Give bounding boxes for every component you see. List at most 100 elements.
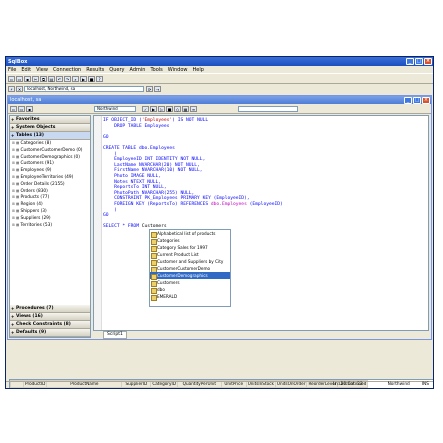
cut-icon[interactable]: ✂ (32, 75, 39, 82)
find-icon[interactable]: ⌕ (72, 75, 79, 82)
query-document: localhost, sa _ □ × ▫ ▭ ▪ Northwind ✓ ▶ … (7, 95, 433, 388)
code-line: FOREIGN KEY (ReportsTo) REFERENCES dbo.E… (103, 202, 283, 208)
table-tree-item[interactable]: Shippers (3) (12, 208, 90, 215)
minimize-icon[interactable]: _ (406, 58, 414, 65)
plan-icon[interactable]: ◇ (174, 105, 181, 112)
connection-bar: ⚡ ✕ localhost, Northwind, sa ⟳ → (6, 84, 433, 93)
system-objects-section[interactable]: System Objects (10, 124, 90, 132)
autocomplete-item[interactable]: Customers (150, 279, 230, 287)
code-token: LastName NVARCHAR(20) NOT NULL, (103, 162, 200, 168)
code-token: GO (103, 134, 109, 140)
save-icon[interactable]: ▪ (24, 75, 31, 82)
code-token: ) (103, 207, 117, 213)
execute-icon[interactable]: ▶ (80, 75, 87, 82)
paste-icon[interactable]: ▤ (48, 75, 55, 82)
go-icon[interactable]: → (154, 85, 161, 92)
code-token: PhotoPath NVARCHAR(255) NULL, (103, 190, 195, 196)
title-bar: SqlBox _ □ × (6, 57, 433, 66)
autocomplete-item[interactable]: Alphabetical list of products (150, 230, 230, 238)
code-token: FirstName NVARCHAR(10) NOT NULL, (103, 168, 203, 174)
code-text[interactable]: IF OBJECT_ID ('Employees') IS NOT NULL D… (103, 118, 283, 230)
undo-icon[interactable]: ↶ (56, 75, 63, 82)
run-icon[interactable]: ▶ (150, 105, 157, 112)
doc-open-icon[interactable]: ▭ (18, 105, 25, 112)
results-text-icon[interactable]: ≡ (190, 105, 197, 112)
table-tree-item[interactable]: Categories (8) (12, 140, 90, 147)
maximize-icon[interactable]: □ (415, 58, 423, 65)
autocomplete-item[interactable]: dbo (150, 286, 230, 294)
doc-minimize-icon[interactable]: _ (404, 96, 412, 104)
table-tree-item[interactable]: Orders (830) (12, 188, 90, 195)
copy-icon[interactable]: ⧉ (40, 75, 47, 82)
menu-item[interactable]: Connection (53, 67, 81, 73)
table-tree-item[interactable]: CustomerCustomerDemo (0) (12, 147, 90, 154)
connection-combo[interactable]: localhost, Northwind, sa (24, 85, 144, 92)
tables-section[interactable]: Tables (13) (10, 132, 90, 140)
table-tree-item[interactable]: Territories (53) (12, 222, 90, 229)
doc-new-icon[interactable]: ▫ (10, 105, 17, 112)
parse-icon[interactable]: ✓ (142, 105, 149, 112)
status-mode: INS (421, 382, 429, 387)
close-icon[interactable]: × (424, 58, 432, 65)
autocomplete-item[interactable]: CustomerDemographics (150, 272, 230, 280)
disconnect-icon[interactable]: ✕ (16, 85, 23, 92)
menu-item[interactable]: Help (192, 67, 203, 73)
views-section[interactable]: Views (16) (10, 313, 90, 321)
table-tree-item[interactable]: Suppliers (29) (12, 215, 90, 222)
object-combo[interactable] (238, 105, 298, 112)
tab-script1[interactable]: Script1 (103, 330, 127, 339)
autocomplete-item[interactable]: Customer and Suppliers by City (150, 258, 230, 266)
autocomplete-item[interactable]: Category Sales for 1997 (150, 244, 230, 252)
doc-maximize-icon[interactable]: □ (413, 96, 421, 104)
menu-item[interactable]: Tools (150, 67, 162, 73)
check-constraints-section[interactable]: Check Constraints (8) (10, 321, 90, 329)
defaults-section[interactable]: Defaults (9) (10, 329, 90, 337)
open-icon[interactable]: ▭ (16, 75, 23, 82)
code-token: Photo IMAGE NULL, (103, 173, 162, 179)
menu-item[interactable]: Results (86, 67, 104, 73)
database-combo[interactable]: Northwind (94, 105, 136, 112)
autocomplete-item[interactable]: Current Product List (150, 251, 230, 259)
menu-bar: File Edit View Connection Results Query Admin T… (6, 66, 433, 73)
stop-icon[interactable]: ■ (88, 75, 95, 82)
results-grid-icon[interactable]: ▦ (182, 105, 189, 112)
menu-item[interactable]: View (36, 67, 48, 73)
run-selection-icon[interactable]: ▷ (158, 105, 165, 112)
menu-item[interactable]: Edit (21, 67, 31, 73)
table-tree-item[interactable]: Order Details (2155) (12, 181, 90, 188)
refresh-icon[interactable]: ⟳ (146, 85, 153, 92)
favorites-section[interactable]: Favorites (10, 116, 90, 124)
doc-save-icon[interactable]: ▪ (26, 105, 33, 112)
sql-editor[interactable]: IF OBJECT_ID ('Employees') IS NOT NULL D… (93, 115, 429, 331)
menu-item[interactable]: File (8, 67, 16, 73)
menu-item[interactable]: Admin (130, 67, 146, 73)
help-icon[interactable]: ? (96, 75, 103, 82)
autocomplete-item[interactable]: CustomerCustomerDemo (150, 265, 230, 273)
doc-close-icon[interactable]: × (422, 96, 430, 104)
code-token: CREATE TABLE dbo.Employees (103, 145, 175, 151)
connect-icon[interactable]: ⚡ (8, 85, 15, 92)
code-token: DROP TABLE Employees (103, 123, 170, 129)
code-token: (EmployeeID) (246, 201, 283, 207)
document-toolbar: ▫ ▭ ▪ Northwind ✓ ▶ ▷ ■ ◇ ▦ ≡ (8, 104, 431, 114)
redo-icon[interactable]: ↷ (64, 75, 71, 82)
autocomplete-item[interactable]: EMERALD (150, 293, 230, 301)
autocomplete-item[interactable]: Categories (150, 237, 230, 245)
object-browser: Favorites System Objects Tables (13) Cat… (9, 115, 91, 338)
table-tree-item[interactable]: Customers (91) (12, 160, 90, 167)
table-tree-item[interactable]: CustomerDemographics (0) (12, 154, 90, 161)
main-toolbar: ▫ ▭ ▪ ✂ ⧉ ▤ ↶ ↷ ⌕ ▶ ■ ? (6, 73, 433, 84)
menu-item[interactable]: Window (168, 67, 188, 73)
procedures-section[interactable]: Procedures (7) (10, 305, 90, 313)
table-tree-item[interactable]: Region (4) (12, 201, 90, 208)
cancel-query-icon[interactable]: ■ (166, 105, 173, 112)
autocomplete-list[interactable]: Alphabetical list of products Categories C… (149, 229, 231, 307)
table-tree-item[interactable]: Employees (9) (12, 167, 90, 174)
code-token: ) IS NOT NULL (172, 118, 209, 123)
main-window: SqlBox _ □ × File Edit View Connection Resul… (5, 56, 434, 389)
table-tree-item[interactable]: Products (77) (12, 194, 90, 201)
new-icon[interactable]: ▫ (8, 75, 15, 82)
menu-item[interactable]: Query (109, 67, 124, 73)
table-tree-item[interactable]: EmployeeTerritories (49) (12, 174, 90, 181)
code-token: ( (103, 151, 117, 157)
